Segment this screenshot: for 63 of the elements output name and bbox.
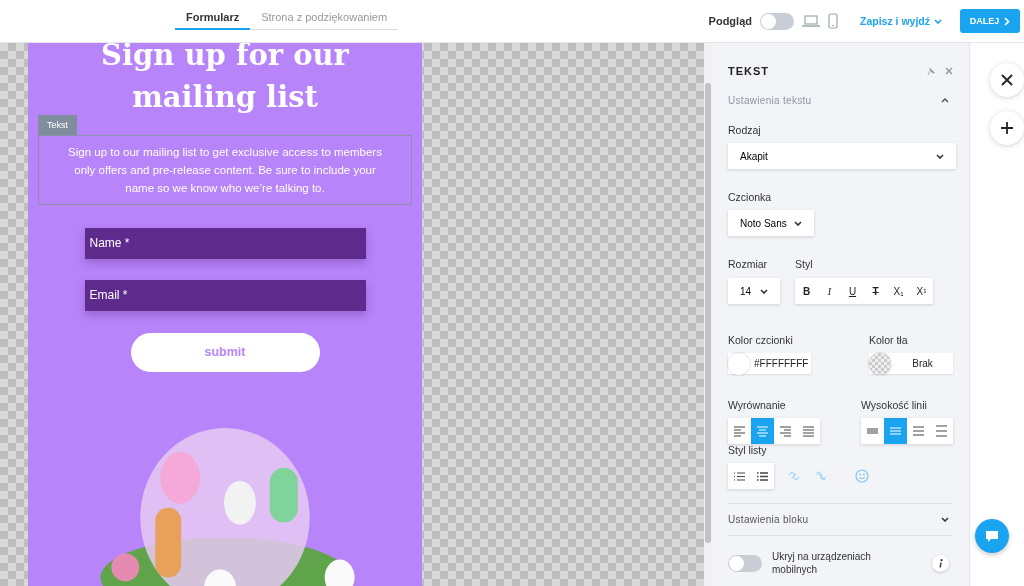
underline-button[interactable]: U [841, 278, 864, 304]
line-spacing-icon [936, 425, 947, 437]
caret-icon [936, 153, 944, 159]
sup-button[interactable]: X¹ [910, 278, 933, 304]
line-spacing-icon [913, 425, 924, 437]
bullet-list-icon [734, 471, 745, 481]
chat-bubble-icon [986, 530, 998, 542]
align-center-icon [757, 425, 768, 437]
form-paragraph: Sign up to our mailing list to get exclusive access to members only offers and pre-release content. Be sure to include your name so we know who we’re talking to. [67, 145, 383, 196]
info-button[interactable] [932, 554, 949, 572]
input-field[interactable]: Name * [84, 228, 366, 259]
preview-label: Podgląd [708, 15, 752, 27]
input-field[interactable]: Email * [84, 279, 366, 311]
panel-title: TEKST [728, 65, 770, 77]
italic-button[interactable]: I [818, 278, 841, 304]
align-left-icon [734, 425, 745, 437]
align-right-icon [780, 425, 791, 437]
pin-icon [927, 66, 936, 76]
center-option-button[interactable] [751, 418, 774, 444]
laptop-icon[interactable] [802, 15, 820, 27]
field-label: Styl [795, 258, 814, 270]
field-label: Wyrównanie [728, 399, 787, 411]
close-icon [1001, 74, 1013, 86]
field-label: Styl listy [728, 444, 768, 456]
smiley-icon[interactable] [855, 469, 869, 483]
line-spacing-icon [867, 425, 878, 437]
caret-icon [794, 220, 802, 226]
field-label: Wysokość linii [861, 399, 928, 411]
type-dropdown[interactable]: Akapit [728, 143, 956, 169]
normal-option-button[interactable] [884, 418, 907, 444]
field-label: Kolor tła [869, 334, 909, 346]
tab[interactable]: Formularz [175, 5, 251, 30]
caret-icon [760, 288, 768, 294]
chevron-right-icon [1004, 16, 1011, 26]
field-label: Czcionka [728, 191, 773, 203]
font-dropdown[interactable]: Noto Sans [728, 210, 814, 236]
field-label: Rodzaj [728, 124, 762, 136]
color-swatch[interactable] [728, 352, 750, 375]
plus-icon [1001, 122, 1013, 134]
section-header[interactable]: Ustawienia bloku [728, 503, 953, 536]
scrollbar[interactable] [704, 43, 712, 586]
info-icon [938, 558, 943, 568]
scrollbar-thumb[interactable] [705, 83, 711, 543]
field-label: Rozmiar [728, 258, 769, 270]
field-label: Kolor czcionki [728, 334, 794, 346]
add-button[interactable] [990, 111, 1024, 145]
hide-mobile-toggle[interactable] [728, 554, 762, 572]
close-button[interactable] [990, 63, 1024, 97]
transparent-swatch[interactable] [869, 352, 891, 375]
line-spacing-icon [890, 425, 901, 437]
selection-label: Tekst [38, 115, 77, 135]
numbered-list-icon [757, 471, 768, 481]
bold-button[interactable]: B [795, 278, 818, 304]
close-icon[interactable] [945, 67, 953, 75]
sub-button[interactable]: X₁ [887, 278, 910, 304]
align-justify-icon [803, 425, 814, 437]
form-heading: Sign up for our mailing list [100, 43, 350, 116]
caret-icon [934, 18, 942, 24]
phone-icon[interactable] [828, 13, 838, 29]
toggle-label: Ukryj na urządzeniach mobilnych [772, 550, 872, 576]
preview-toggle[interactable] [760, 12, 794, 30]
strike-button[interactable]: T [864, 278, 887, 304]
size-dropdown[interactable]: 14 [728, 278, 780, 304]
